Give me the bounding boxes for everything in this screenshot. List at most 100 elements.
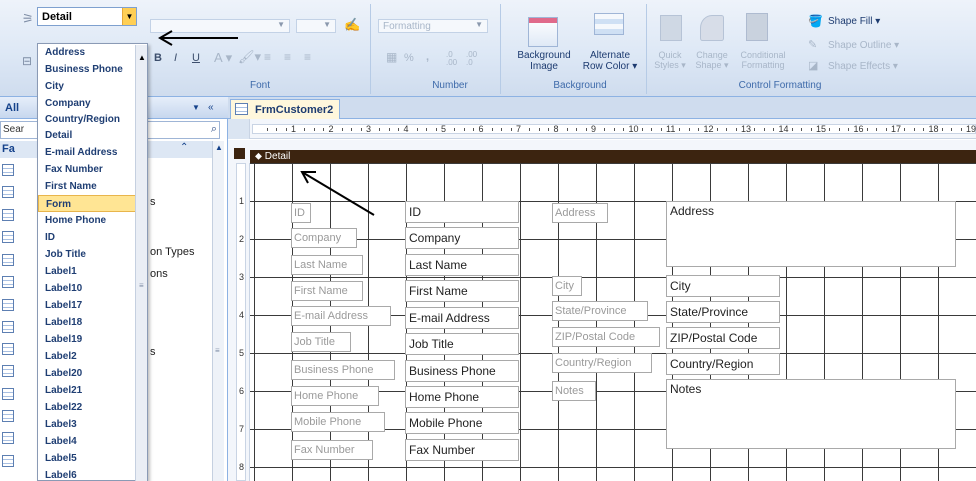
form-icon[interactable] [2,254,14,266]
currency-icon[interactable]: ▦ [386,50,397,64]
detail-section-bar[interactable]: ⬥ Detail [250,150,976,163]
form-selector[interactable] [228,119,250,139]
form-icon[interactable] [2,455,14,467]
shape-fill-icon[interactable]: 🪣 [808,14,823,28]
dropdown-item[interactable]: Home Phone [38,212,147,229]
dropdown-item[interactable]: City [38,78,147,95]
dropdown-item[interactable]: E-mail Address [38,144,147,161]
dropdown-item[interactable]: Address [38,44,147,61]
dropdown-item[interactable]: Label4 [38,433,147,450]
tab-frmcustomer2[interactable]: FrmCustomer2 [230,99,340,119]
fax-number-label[interactable]: Fax Number [291,440,373,460]
chevron-down-icon[interactable]: ▼ [122,8,136,25]
alternate-row-color-button[interactable]: Alternate Row Color ▾ [580,50,640,72]
chevron-down-icon[interactable]: ▼ [192,103,200,112]
dropdown-item[interactable]: ID [38,229,147,246]
dropdown-item[interactable]: Label22 [38,399,147,416]
state-province-label[interactable]: State/Province [552,301,648,321]
collapse-up-icon[interactable]: ⌃ [180,142,188,153]
dropdown-item[interactable]: Form [38,195,147,212]
address-textbox[interactable]: Address [666,201,956,267]
background-image-icon[interactable] [528,17,558,47]
background-image-button[interactable]: Background Image [508,50,580,72]
dropdown-item[interactable]: Label19 [38,331,147,348]
business-phone-label[interactable]: Business Phone [291,360,395,380]
job-title-label[interactable]: Job Title [291,332,351,352]
scroll-grip-icon[interactable]: ≡ [215,346,220,355]
dropdown-item[interactable]: Label6 [38,467,147,480]
form-icon[interactable] [2,164,14,176]
shape-outline-button[interactable]: Shape Outline ▾ [828,40,899,51]
dropdown-item[interactable]: Country/Region [38,111,147,127]
dropdown-item[interactable]: Label10 [38,280,147,297]
home-phone-textbox[interactable]: Home Phone [405,386,519,408]
bold-button[interactable]: B [154,52,162,64]
dropdown-item[interactable]: Label2 [38,348,147,365]
job-title-textbox[interactable]: Job Title [405,333,519,355]
form-icon[interactable] [2,432,14,444]
format-painter-icon[interactable]: ⊟ [22,54,32,68]
align-left-icon[interactable]: ≡ [264,50,271,64]
change-shape-button[interactable]: Change Shape ▾ [690,50,734,70]
form-icon[interactable] [2,321,14,333]
form-icon[interactable] [2,276,14,288]
shape-effects-button[interactable]: Shape Effects ▾ [828,61,898,72]
dropdown-item[interactable]: Label3 [38,416,147,433]
mobile-phone-label[interactable]: Mobile Phone [291,412,385,432]
italic-button[interactable]: I [174,52,177,64]
change-shape-icon[interactable] [700,15,724,41]
scroll-up-icon[interactable]: ▲ [215,143,223,152]
dropdown-item[interactable]: Label17 [38,297,147,314]
shape-effects-icon[interactable]: ◪ [808,59,818,72]
email-address-label[interactable]: E-mail Address [291,306,391,326]
company-textbox[interactable]: Company [405,227,519,249]
dropdown-item[interactable]: Job Title [38,246,147,263]
dropdown-item[interactable]: Label21 [38,382,147,399]
notes-label[interactable]: Notes [552,381,596,401]
alternate-row-color-icon[interactable] [594,13,624,35]
form-icon[interactable] [2,209,14,221]
dropdown-item[interactable]: First Name [38,178,147,195]
section-selector[interactable] [234,148,245,159]
form-icon[interactable] [2,231,14,243]
align-center-icon[interactable]: ≡ [284,50,291,64]
increase-decimal-button[interactable]: .0 .00 [446,51,462,67]
font-color-icon[interactable]: A ▾ [214,50,232,66]
address-label[interactable]: Address [552,203,608,223]
form-icon[interactable] [2,343,14,355]
company-label[interactable]: Company [291,228,357,248]
first-name-textbox[interactable]: First Name [405,280,519,302]
percent-button[interactable]: % [404,52,414,64]
clear-format-icon[interactable]: ✍ [344,17,360,33]
form-icon[interactable] [2,186,14,198]
last-name-textbox[interactable]: Last Name [405,254,519,276]
dropdown-item[interactable]: Label18 [38,314,147,331]
dropdown-item[interactable]: Fax Number [38,161,147,178]
form-icon[interactable] [2,388,14,400]
dropdown-item[interactable]: Label1 [38,263,147,280]
form-icon[interactable] [2,365,14,377]
form-icon[interactable] [2,410,14,422]
form-icon[interactable] [2,299,14,311]
country-region-label[interactable]: Country/Region [552,353,652,373]
zip-postal-code-label[interactable]: ZIP/Postal Code [552,327,660,347]
dropdown-item[interactable]: Business Phone [38,61,147,78]
form-design-grid[interactable]: ID Company Last Name First Name E-mail A… [250,163,976,481]
quick-styles-icon[interactable] [660,15,682,41]
comma-button[interactable]: , [426,51,429,63]
first-name-label[interactable]: First Name [291,281,363,301]
fax-number-textbox[interactable]: Fax Number [405,439,519,461]
scroll-grip-icon[interactable]: ≡ [139,281,144,290]
selection-type-combo[interactable]: Detail ▼ [37,7,137,26]
city-label[interactable]: City [552,276,582,296]
id-textbox[interactable]: ID [405,201,519,223]
font-size-combo[interactable]: ▼ [296,19,336,33]
scroll-up-icon[interactable]: ▲ [138,53,146,62]
home-phone-label[interactable]: Home Phone [291,386,379,406]
align-right-icon[interactable]: ≡ [304,50,311,64]
fill-color-icon[interactable]: 🖌▾ [238,49,261,65]
search-icon[interactable]: ⌕ [211,123,217,136]
mobile-phone-textbox[interactable]: Mobile Phone [405,412,519,434]
underline-button[interactable]: U [192,52,200,64]
collapse-icon[interactable]: « [208,102,214,113]
